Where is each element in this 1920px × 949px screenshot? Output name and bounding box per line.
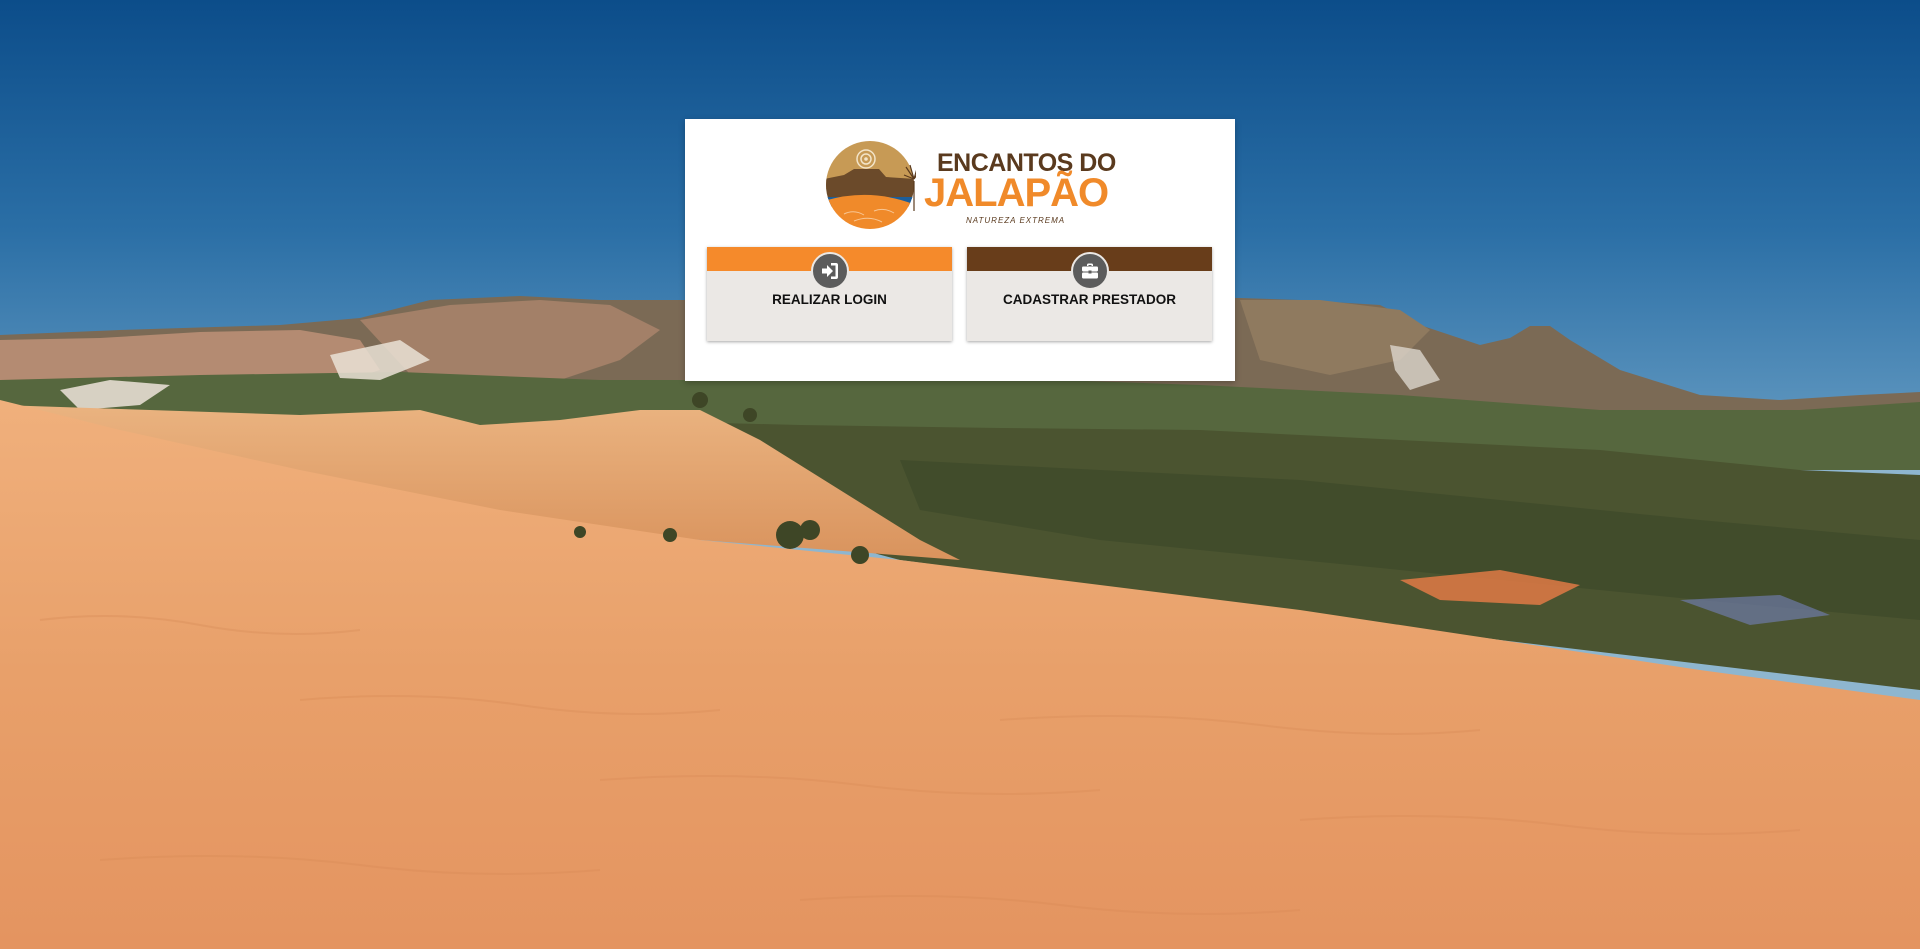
welcome-card: ENCANTOS DO JALAPÃO NATUREZA EXTREMA REA… (685, 119, 1235, 381)
logo-tagline: NATUREZA EXTREMA (966, 216, 1066, 225)
logo-title-line2: JALAPÃO (924, 171, 1109, 215)
login-button-label: REALIZAR LOGIN (772, 292, 887, 307)
login-button[interactable]: REALIZAR LOGIN (707, 247, 952, 341)
sign-in-icon (810, 252, 849, 290)
register-provider-button-label: CADASTRAR PRESTADOR (1002, 292, 1176, 307)
brand-logo: ENCANTOS DO JALAPÃO NATUREZA EXTREMA (824, 139, 1116, 231)
briefcase-icon (1070, 252, 1109, 290)
register-provider-button[interactable]: CADASTRAR PRESTADOR (967, 247, 1212, 341)
logo-emblem-icon (826, 141, 916, 229)
